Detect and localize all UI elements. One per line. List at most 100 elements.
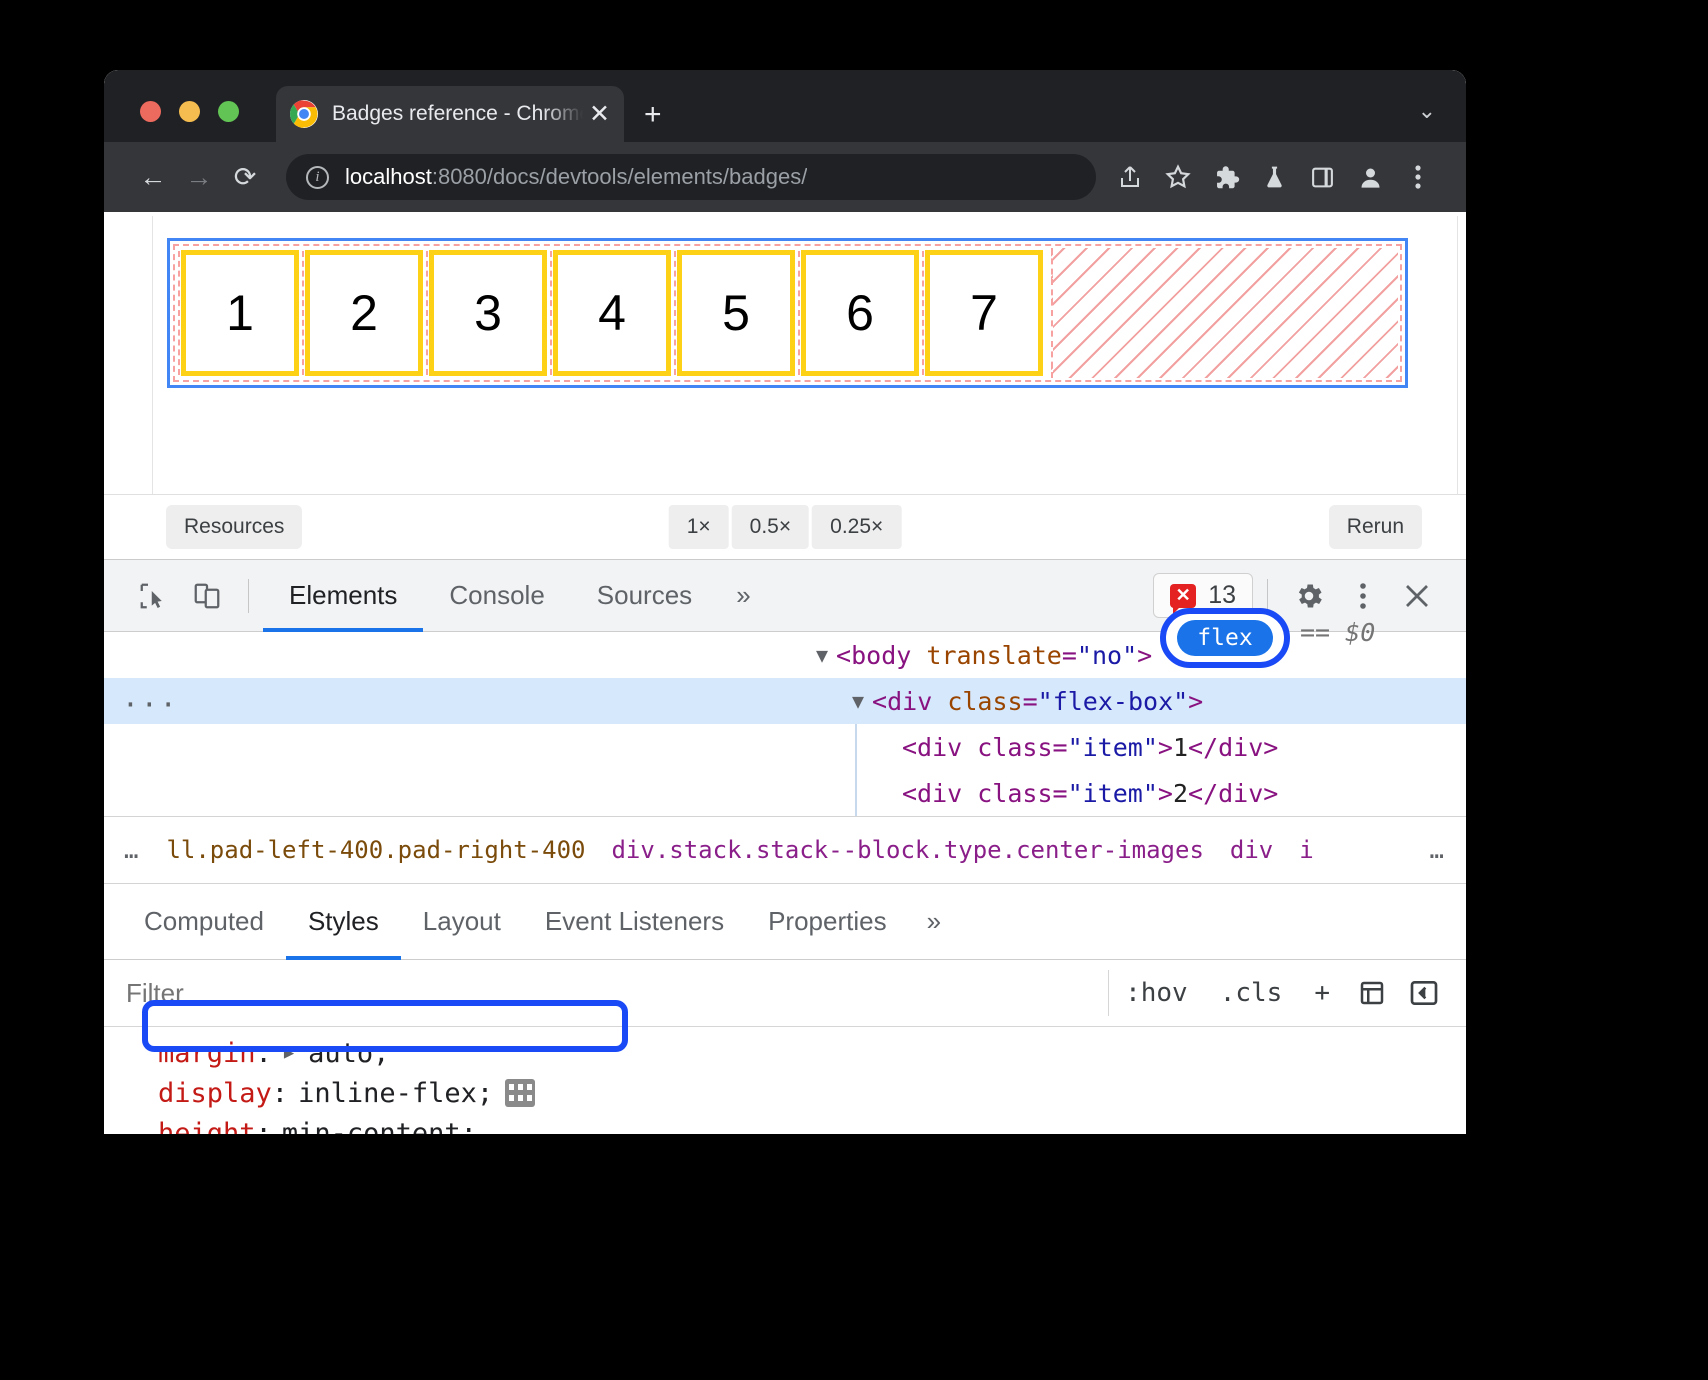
filter-actions: :hov .cls + xyxy=(1109,967,1466,1019)
zoom-0.5x-button[interactable]: 0.5× xyxy=(732,505,809,549)
bookmark-star-icon[interactable] xyxy=(1156,155,1200,199)
browser-tab-title: Badges reference - Chrome DevTools xyxy=(332,102,583,126)
hov-toggle-button[interactable]: :hov xyxy=(1109,978,1204,1008)
css-property-name[interactable]: margin xyxy=(158,1038,256,1069)
cls-toggle-button[interactable]: .cls xyxy=(1204,978,1299,1008)
css-declaration-display[interactable]: display: inline-flex; xyxy=(104,1073,1466,1113)
dom-indent-guide xyxy=(855,724,857,816)
dom-item-text: 1 xyxy=(1173,733,1188,762)
breadcrumb-overflow-left[interactable]: … xyxy=(124,836,140,864)
flex-item: 4 xyxy=(553,250,671,376)
extensions-puzzle-icon[interactable] xyxy=(1204,155,1248,199)
more-panels-icon[interactable]: » xyxy=(718,580,768,611)
css-property-value[interactable]: min-content; xyxy=(282,1118,477,1135)
dom-attr-name: translate xyxy=(926,641,1061,670)
flexbox-editor-icon[interactable] xyxy=(505,1079,535,1107)
rerun-button[interactable]: Rerun xyxy=(1329,505,1422,549)
close-icon[interactable]: ✕ xyxy=(589,102,610,127)
css-property-value[interactable]: inline-flex; xyxy=(298,1078,493,1109)
browser-tab[interactable]: Badges reference - Chrome DevTools ✕ xyxy=(276,86,624,142)
device-toolbar-icon[interactable] xyxy=(180,569,234,623)
tab-console[interactable]: Console xyxy=(423,560,570,632)
styles-pane-tabs: Computed Styles Layout Event Listeners P… xyxy=(104,884,1466,960)
close-window-button[interactable] xyxy=(140,101,161,122)
new-style-rule-button[interactable]: + xyxy=(1298,978,1346,1008)
window-traffic-lights xyxy=(140,101,239,122)
dom-item-gt: > xyxy=(1158,733,1173,762)
close-icon[interactable] xyxy=(1390,569,1444,623)
tab-styles[interactable]: Styles xyxy=(286,884,401,960)
site-info-icon[interactable]: i xyxy=(306,166,329,189)
browser-toolbar: ← → ⟳ i localhost:8080/docs/devtools/ele… xyxy=(104,142,1466,212)
maximize-window-button[interactable] xyxy=(218,101,239,122)
side-panel-icon[interactable] xyxy=(1300,155,1344,199)
tab-sources-label: Sources xyxy=(597,580,692,611)
filter-input[interactable] xyxy=(104,960,1108,1026)
tab-computed[interactable]: Computed xyxy=(122,884,286,960)
chrome-logo-icon xyxy=(290,100,318,128)
css-property-name[interactable]: display xyxy=(158,1078,272,1109)
labs-flask-icon[interactable] xyxy=(1252,155,1296,199)
dom-row-flex-box[interactable]: ··· ▼ <div class="flex-box"> xyxy=(104,678,1466,724)
breadcrumb-item[interactable]: i xyxy=(1299,836,1313,864)
scroll-mask xyxy=(214,1027,1466,1041)
toolbar-divider xyxy=(1267,579,1268,613)
address-bar-url: localhost:8080/docs/devtools/elements/ba… xyxy=(345,164,807,190)
address-bar[interactable]: i localhost:8080/docs/devtools/elements/… xyxy=(286,154,1096,200)
flex-free-space xyxy=(1051,248,1398,378)
tab-styles-label: Styles xyxy=(308,906,379,937)
toolbar-actions xyxy=(1108,155,1440,199)
css-property-name[interactable]: height xyxy=(158,1118,256,1135)
browser-tabstrip: Badges reference - Chrome DevTools ✕ + ⌄ xyxy=(104,70,1466,142)
new-tab-button[interactable]: + xyxy=(644,100,662,130)
tab-properties-label: Properties xyxy=(768,906,887,937)
back-button[interactable]: ← xyxy=(130,154,176,200)
tab-event-listeners-label: Event Listeners xyxy=(545,906,724,937)
dom-row-item-1[interactable]: <div class="item">1</div> xyxy=(104,724,1466,770)
tab-sources[interactable]: Sources xyxy=(571,560,718,632)
minimize-window-button[interactable] xyxy=(179,101,200,122)
tab-elements[interactable]: Elements xyxy=(263,560,423,632)
profile-avatar-icon[interactable] xyxy=(1348,155,1392,199)
expand-triangle-icon[interactable]: ▼ xyxy=(852,689,864,713)
flex-badge-highlight: flex xyxy=(1160,608,1290,668)
breadcrumb-item[interactable]: ll.pad-left-400.pad-right-400 xyxy=(166,836,585,864)
tab-event-listeners[interactable]: Event Listeners xyxy=(523,884,746,960)
inspect-cursor-icon[interactable] xyxy=(126,569,180,623)
share-icon[interactable] xyxy=(1108,155,1152,199)
screenshot-root: Badges reference - Chrome DevTools ✕ + ⌄… xyxy=(0,0,1708,1380)
reload-button[interactable]: ⟳ xyxy=(222,154,268,200)
expand-triangle-icon[interactable]: ▶ xyxy=(284,1043,294,1063)
new-style-rule-icon[interactable] xyxy=(1346,967,1398,1019)
flex-box-container: 1 2 3 4 5 6 7 xyxy=(167,238,1408,388)
flex-badge[interactable]: flex xyxy=(1177,620,1272,656)
tab-layout[interactable]: Layout xyxy=(401,884,523,960)
dom-attr-name: class xyxy=(947,687,1022,716)
css-declaration-height[interactable]: height: min-content; xyxy=(104,1113,1466,1134)
forward-button[interactable]: → xyxy=(176,154,222,200)
dom-tag-name: div xyxy=(887,687,932,716)
toolbar-divider xyxy=(248,579,249,613)
dom-item-class: "item" xyxy=(1068,733,1158,762)
resources-button[interactable]: Resources xyxy=(166,505,302,549)
breadcrumb-overflow-right[interactable]: … xyxy=(1430,836,1446,864)
dom-row-item-2[interactable]: <div class="item">2</div> xyxy=(104,770,1466,816)
flex-item: 7 xyxy=(925,250,1043,376)
chevron-down-icon[interactable]: ⌄ xyxy=(1418,98,1436,124)
dom-row-menu-icon[interactable]: ··· xyxy=(122,688,179,721)
dom-open-bracket: < xyxy=(836,641,851,670)
tab-layout-label: Layout xyxy=(423,906,501,937)
breadcrumb-item[interactable]: div xyxy=(1230,836,1273,864)
expand-triangle-icon[interactable]: ▼ xyxy=(816,643,828,667)
zoom-0.25x-button[interactable]: 0.25× xyxy=(812,505,901,549)
gear-icon[interactable] xyxy=(1282,569,1336,623)
collapse-sidebar-icon[interactable] xyxy=(1398,967,1450,1019)
breadcrumb-item[interactable]: div.stack.stack--block.type.center-image… xyxy=(611,836,1203,864)
dom-item-close: </div> xyxy=(1188,779,1278,808)
css-property-value[interactable]: auto; xyxy=(308,1038,389,1069)
more-menu-icon[interactable] xyxy=(1396,155,1440,199)
tab-properties[interactable]: Properties xyxy=(746,884,909,960)
more-styles-tabs-icon[interactable]: » xyxy=(909,906,959,937)
zoom-1x-button[interactable]: 1× xyxy=(669,505,729,549)
kebab-menu-icon[interactable] xyxy=(1336,569,1390,623)
